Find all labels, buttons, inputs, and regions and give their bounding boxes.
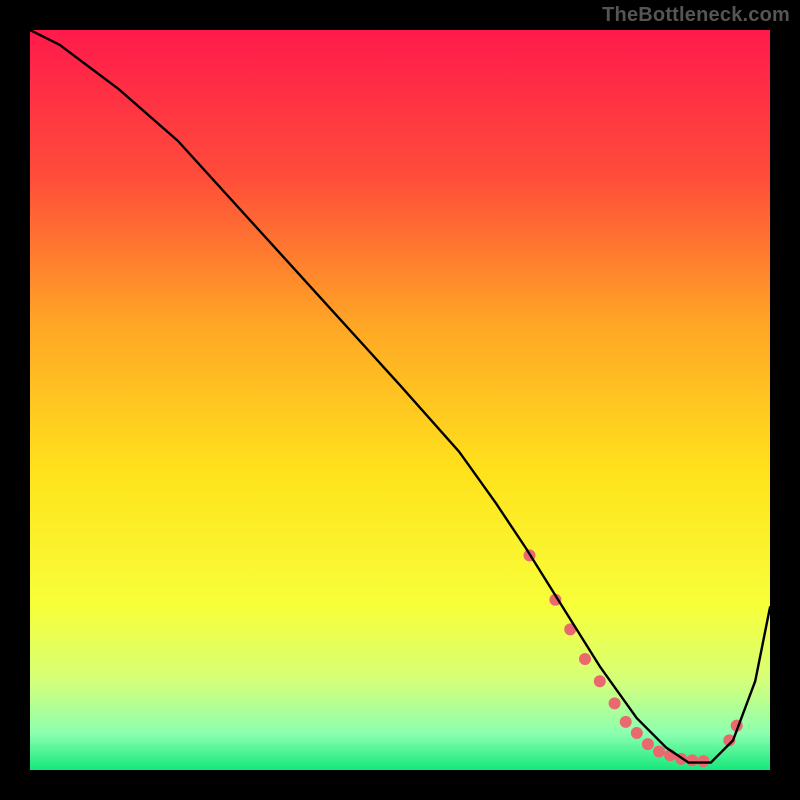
highlight-dot [594,675,606,687]
highlight-dot [653,746,665,758]
chart-svg [30,30,770,770]
highlight-dot [642,738,654,750]
chart-frame: TheBottleneck.com [0,0,800,800]
highlight-dot [609,697,621,709]
highlight-dot [697,755,709,767]
highlight-dot [631,727,643,739]
gradient-plot [30,30,770,770]
highlight-dot [579,653,591,665]
highlight-dot [686,754,698,766]
watermark-text: TheBottleneck.com [602,4,790,27]
highlight-dot [620,716,632,728]
gradient-background [30,30,770,770]
